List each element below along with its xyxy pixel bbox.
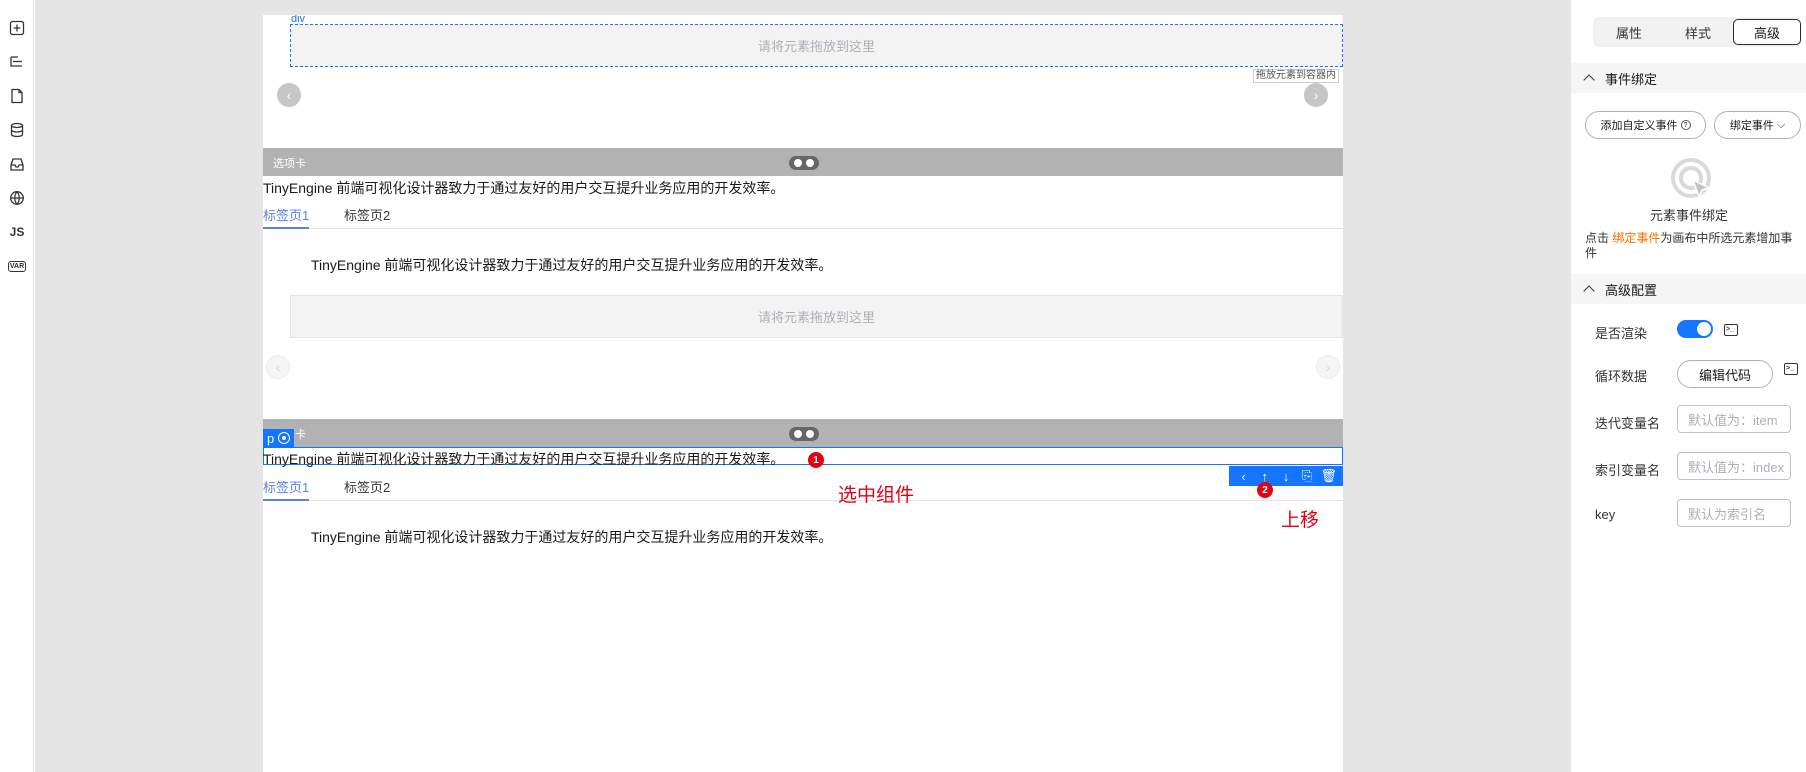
carousel-next-button[interactable]: › [1304, 83, 1328, 107]
block-icon[interactable] [8, 155, 26, 173]
render-toggle[interactable] [1677, 320, 1713, 338]
js-icon[interactable]: JS [8, 223, 26, 241]
desc-prefix: 点击 [1585, 231, 1613, 245]
event-binding-illustration-icon [1671, 158, 1712, 200]
advanced-config-section-header[interactable]: 高级配置 [1571, 274, 1806, 304]
selected-component-tag[interactable]: p [263, 429, 295, 447]
event-binding-section-header[interactable]: 事件绑定 [1571, 63, 1806, 93]
event-binding-title: 元素事件绑定 [1649, 208, 1728, 223]
carousel-prev-button-2[interactable]: ‹ [266, 355, 290, 379]
annotation-badge-1: 1 [808, 452, 824, 468]
chevron-down-icon: ⌵ [1776, 118, 1786, 131]
key-input[interactable]: 默认为索引名 [1677, 499, 1791, 527]
annotation-note-move-up: 上移 [1281, 509, 1320, 531]
tab-1[interactable]: 标签页1 [263, 477, 310, 501]
iter-var-input[interactable]: 默认值为：item [1677, 405, 1791, 433]
carousel-item-header[interactable]: 选项卡 [263, 148, 1343, 176]
loop-data-label: 循环数据 [1595, 369, 1648, 384]
chevron-left-icon: ‹ [286, 87, 292, 103]
section-title: 事件绑定 [1605, 71, 1658, 87]
tab-2[interactable]: 标签页2 [344, 205, 390, 229]
var-icon[interactable]: VAR [7, 257, 27, 275]
component-type-label: p [267, 430, 275, 446]
button-label: 绑定事件 [1729, 120, 1774, 132]
tab-1[interactable]: 标签页1 [263, 205, 310, 229]
button-label: 添加自定义事件 [1600, 120, 1678, 132]
help-icon: ? [1680, 120, 1691, 130]
section-title: 高级配置 [1605, 282, 1658, 298]
drop-placeholder: 请将元素拖放到这里 [757, 310, 875, 325]
carousel-prev-button[interactable]: ‹ [277, 83, 301, 107]
tab-advanced[interactable]: 高级 [1733, 19, 1801, 45]
outline-tree-icon[interactable] [8, 53, 26, 71]
index-var-label: 索引变量名 [1595, 463, 1661, 478]
tab-styles[interactable]: 样式 [1664, 19, 1732, 45]
tab-properties[interactable]: 属性 [1595, 19, 1663, 45]
chevron-right-icon: › [1313, 87, 1319, 103]
database-icon[interactable] [8, 121, 26, 139]
terminal-icon[interactable]: >_ [1724, 324, 1738, 336]
tabs-component: 标签页1 标签页2 [263, 201, 1343, 229]
iter-var-label: 迭代变量名 [1595, 416, 1661, 431]
carousel-item-title: 选项卡 [273, 158, 306, 170]
drop-placeholder: 请将元素拖放到这里 [757, 39, 875, 54]
annotation-note-select: 选中组件 [838, 484, 915, 506]
render-label: 是否渲染 [1595, 326, 1648, 341]
left-toolbar: JS VAR [0, 0, 34, 772]
globe-icon[interactable] [8, 189, 26, 207]
chevron-left-icon: ‹ [275, 359, 281, 375]
div-drop-zone[interactable]: 请将元素拖放到这里 [290, 24, 1343, 67]
tab-2[interactable]: 标签页2 [344, 477, 390, 501]
index-var-input[interactable]: 默认值为：index [1677, 452, 1791, 480]
carousel-item-header-2[interactable]: 选项卡 [263, 419, 1343, 447]
carousel-indicator-icon[interactable] [789, 427, 819, 441]
tab-content-text[interactable]: TinyEngine 前端可视化设计器致力于通过友好的用户交互提升业务应用的开发… [311, 255, 832, 275]
carousel-next-button-2[interactable]: › [1316, 355, 1340, 379]
gear-icon[interactable] [278, 432, 291, 444]
key-label: key [1595, 507, 1616, 522]
chevron-up-icon [1583, 285, 1595, 297]
var-label: VAR [7, 260, 27, 272]
tabs-component-2: 标签页1 标签页2 [263, 473, 1343, 501]
add-component-icon[interactable] [8, 19, 26, 37]
tab-drop-zone[interactable]: 请将元素拖放到这里 [290, 295, 1343, 338]
tab-content-text-2[interactable]: TinyEngine 前端可视化设计器致力于通过友好的用户交互提升业务应用的开发… [311, 527, 832, 547]
annotation-badge-2: 2 [1257, 482, 1273, 498]
bind-event-link[interactable]: 绑定事件 [1612, 231, 1660, 245]
bind-event-button[interactable]: 绑定事件 ⌵ [1714, 111, 1801, 139]
page-icon[interactable] [8, 87, 26, 105]
js-label: JS [9, 225, 25, 239]
add-custom-event-button[interactable]: 添加自定义事件 ? [1585, 111, 1706, 139]
chevron-right-icon: › [1325, 359, 1331, 375]
event-binding-description: 点击 绑定事件为画布中所选元素增加事件 [1585, 231, 1800, 261]
edit-code-button[interactable]: 编辑代码 [1677, 360, 1773, 388]
panel-tab-switch: 属性 样式 高级 [1593, 17, 1801, 47]
selected-paragraph-text[interactable]: TinyEngine 前端可视化设计器致力于通过友好的用户交互提升业务应用的开发… [263, 449, 784, 469]
carousel-indicator-icon[interactable] [789, 156, 819, 170]
settings-panel: 属性 样式 高级 事件绑定 添加自定义事件 ? 绑定事件 ⌵ 元素事件绑定 点击… [1570, 0, 1806, 772]
paragraph-text[interactable]: TinyEngine 前端可视化设计器致力于通过友好的用户交互提升业务应用的开发… [263, 178, 784, 198]
drop-hint-tag: 拖放元素到容器内 [1253, 69, 1339, 83]
design-canvas[interactable]: div 请将元素拖放到这里 拖放元素到容器内 ‹ › 选项卡 TinyEngin… [263, 15, 1343, 772]
chevron-up-icon [1583, 74, 1595, 86]
terminal-icon[interactable]: >_ [1784, 363, 1798, 375]
